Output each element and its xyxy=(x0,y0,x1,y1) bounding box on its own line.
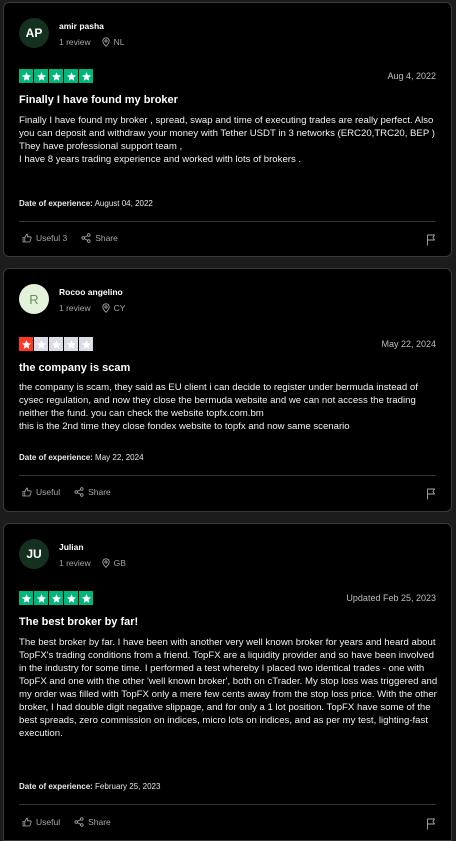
useful-label: Useful xyxy=(36,817,61,827)
star-icon xyxy=(34,591,48,605)
share-button[interactable]: Share xyxy=(74,487,111,497)
share-icon xyxy=(74,487,84,497)
review-date: Aug 4, 2022 xyxy=(387,71,436,81)
date-of-experience: Date of experience: February 25, 2023 xyxy=(19,782,160,791)
review-count: 1 review xyxy=(59,36,91,47)
star-icon xyxy=(64,591,78,605)
share-button[interactable]: Share xyxy=(81,233,118,243)
reviewer-header[interactable]: AP amir pasha 1 review NL xyxy=(19,17,125,49)
useful-label: Useful xyxy=(36,487,61,497)
review-body: The best broker by far. I have been with… xyxy=(19,636,439,740)
star-icon xyxy=(34,69,48,83)
reviewer-header[interactable]: R Rocoo angelino 1 review CY xyxy=(19,283,125,315)
share-icon xyxy=(81,233,91,243)
date-of-experience-label: Date of experience: xyxy=(19,199,93,208)
reviewer-header[interactable]: JU Julian 1 review GB xyxy=(19,538,126,570)
date-of-experience: Date of experience: August 04, 2022 xyxy=(19,199,153,208)
star-icon xyxy=(79,337,93,351)
reviewer-country: CY xyxy=(113,302,126,313)
divider xyxy=(19,804,436,805)
star-icon xyxy=(79,69,93,83)
review-date: May 22, 2024 xyxy=(381,339,436,349)
useful-button[interactable]: Useful 3 xyxy=(22,233,67,243)
date-of-experience: Date of experience: May 22, 2024 xyxy=(19,453,144,462)
avatar: AP xyxy=(19,18,49,48)
location-pin-icon xyxy=(102,557,110,568)
review-title[interactable]: The best broker by far! xyxy=(19,616,138,628)
thumbs-up-icon xyxy=(22,487,32,497)
review-paragraph: Finally I have found my broker , spread,… xyxy=(19,115,435,139)
review-count: 1 review xyxy=(59,302,91,313)
avatar: R xyxy=(19,284,49,314)
review-paragraph: They have professional support team , xyxy=(19,141,183,152)
review-paragraph: this is the 2nd time they close fondex w… xyxy=(19,421,350,432)
useful-button[interactable]: Useful xyxy=(22,487,60,497)
review-count: 1 review xyxy=(59,557,91,568)
thumbs-up-icon xyxy=(22,233,32,243)
star-icon xyxy=(64,69,78,83)
star-icon xyxy=(49,337,63,351)
share-icon xyxy=(74,817,84,827)
date-of-experience-value: August 04, 2022 xyxy=(94,199,153,208)
date-of-experience-value: May 22, 2024 xyxy=(95,453,144,462)
star-icon xyxy=(49,69,63,83)
reviewer-country: GB xyxy=(113,557,126,568)
review-card: JU Julian 1 review GB Updated Feb 25, 20… xyxy=(3,523,452,841)
review-body: the company is scam, they said as EU cli… xyxy=(19,381,439,433)
report-flag-icon[interactable] xyxy=(426,487,436,505)
review-body: Finally I have found my broker , spread,… xyxy=(19,114,439,166)
location-pin-icon xyxy=(102,36,110,47)
date-of-experience-label: Date of experience: xyxy=(19,453,93,462)
star-icon xyxy=(34,337,48,351)
share-label: Share xyxy=(95,233,118,243)
divider xyxy=(19,475,436,476)
star-rating xyxy=(19,69,94,83)
date-of-experience-label: Date of experience: xyxy=(19,782,93,791)
review-date: Updated Feb 25, 2023 xyxy=(346,593,436,603)
reviewer-name[interactable]: amir pasha xyxy=(59,20,125,32)
star-icon xyxy=(19,591,33,605)
review-paragraph: The best broker by far. I have been with… xyxy=(19,637,438,739)
review-title[interactable]: the company is scam xyxy=(19,362,130,374)
report-flag-icon[interactable] xyxy=(426,233,436,251)
share-button[interactable]: Share xyxy=(74,817,111,827)
share-label: Share xyxy=(88,487,111,497)
useful-button[interactable]: Useful xyxy=(22,817,60,827)
date-of-experience-value: February 25, 2023 xyxy=(95,782,161,791)
reviewer-name[interactable]: Rocoo angelino xyxy=(59,286,125,298)
star-rating xyxy=(19,591,94,605)
review-card: AP amir pasha 1 review NL Aug 4, 2022 Fi… xyxy=(3,2,452,257)
reviewer-name[interactable]: Julian xyxy=(59,541,126,553)
star-icon xyxy=(79,591,93,605)
star-icon xyxy=(19,69,33,83)
star-icon xyxy=(49,591,63,605)
location-pin-icon xyxy=(102,302,110,313)
share-label: Share xyxy=(88,817,111,827)
star-icon xyxy=(64,337,78,351)
divider xyxy=(19,221,436,222)
star-icon xyxy=(19,337,33,351)
review-title[interactable]: Finally I have found my broker xyxy=(19,94,178,106)
star-rating xyxy=(19,337,94,351)
report-flag-icon[interactable] xyxy=(426,817,436,835)
thumbs-up-icon xyxy=(22,817,32,827)
reviewer-country: NL xyxy=(113,36,125,47)
review-paragraph: the company is scam, they said as EU cli… xyxy=(19,382,418,419)
review-paragraph: I have 8 years trading experience and wo… xyxy=(19,154,302,165)
avatar: JU xyxy=(19,539,49,569)
useful-label: Useful 3 xyxy=(36,233,68,243)
review-card: R Rocoo angelino 1 review CY May 22, 202… xyxy=(3,268,452,512)
